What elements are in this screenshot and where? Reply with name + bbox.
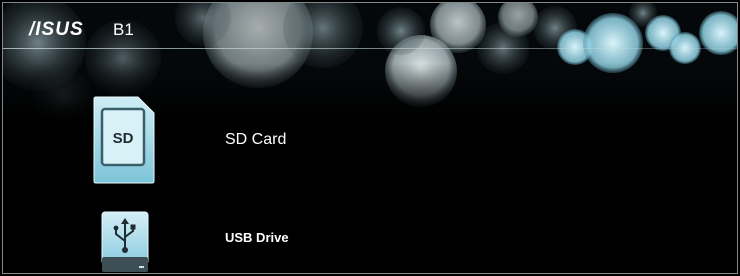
device-label-usb-drive: USB Drive <box>225 230 289 245</box>
brand-logo: /ISUS <box>29 19 84 40</box>
model-name: B1 <box>113 20 134 39</box>
device-label-sd-card: SD Card <box>225 131 287 148</box>
usb-drive-icon <box>101 211 149 272</box>
header-divider <box>3 48 737 49</box>
device-item-usb-drive[interactable]: USB Drive <box>3 205 737 273</box>
sd-card-icon-text: SD <box>113 130 134 147</box>
device-item-sd-card[interactable]: SD SD Card <box>3 95 737 191</box>
main-screen: /ISUS B1 SD SD Card USB Drive <box>2 2 738 274</box>
sd-card-icon: SD <box>93 96 155 184</box>
header-bar: /ISUS B1 <box>3 3 737 49</box>
